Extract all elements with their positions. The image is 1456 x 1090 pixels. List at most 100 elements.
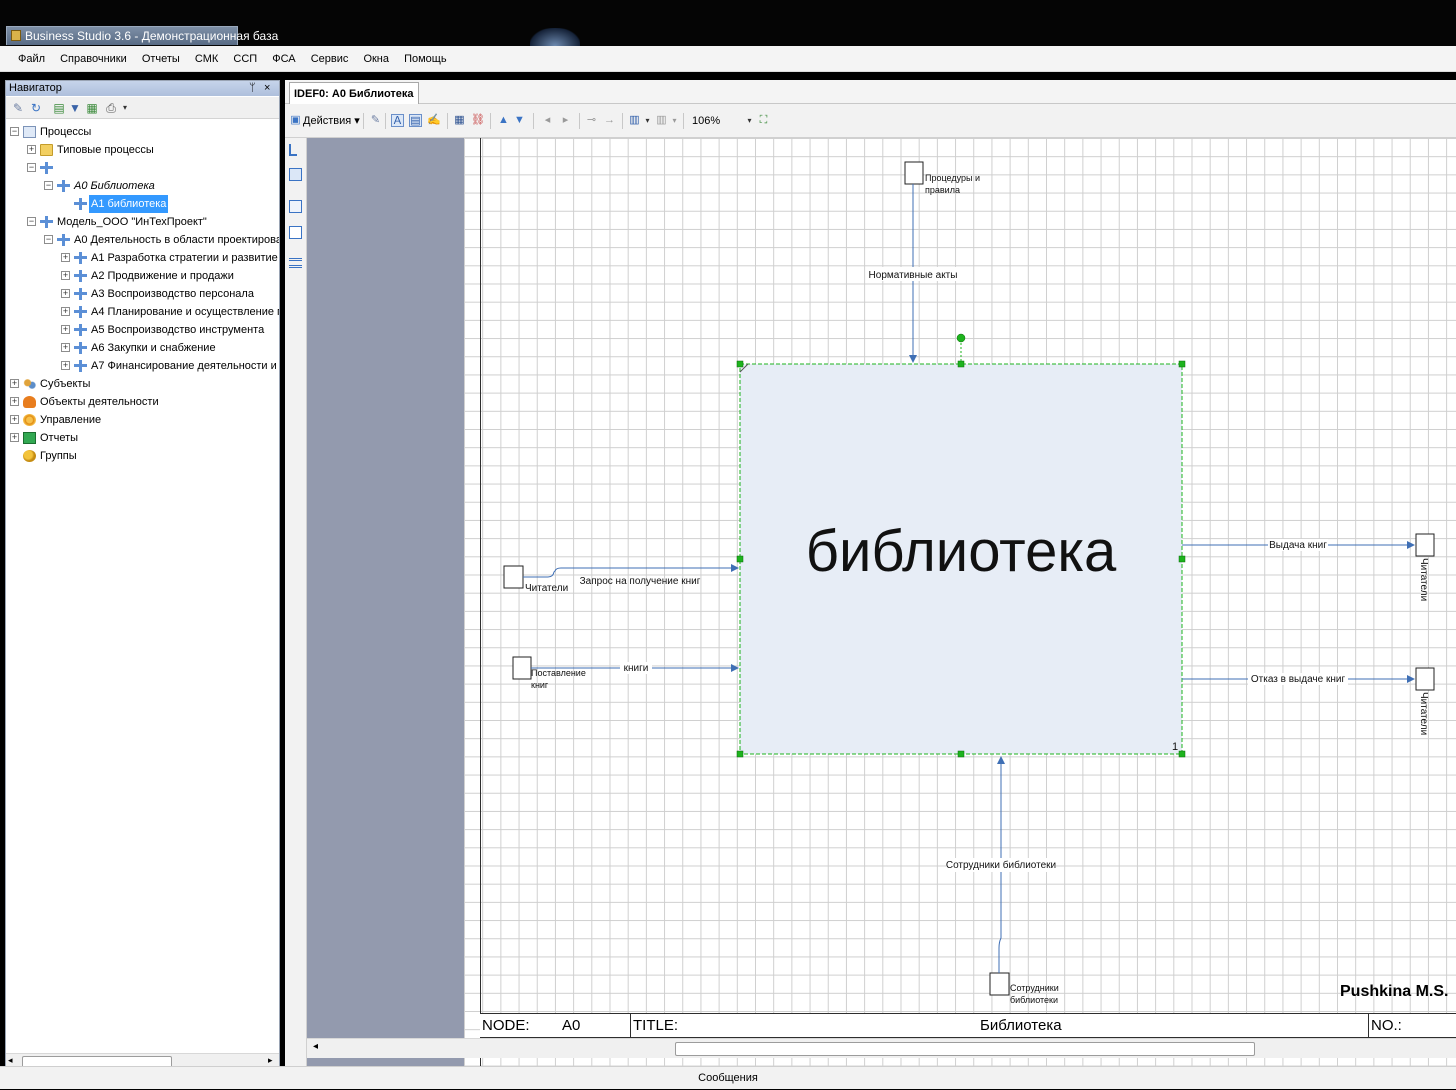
- link-icon[interactable]: ⛓: [471, 114, 485, 127]
- tree-item-label: Объекты деятельности: [40, 396, 159, 408]
- resize-handle[interactable]: [736, 555, 744, 563]
- process-icon: [74, 360, 87, 372]
- chevron-down-icon[interactable]: ▾: [743, 114, 756, 127]
- pin-icon[interactable]: ᛘ: [249, 81, 256, 96]
- table-icon[interactable]: ▦: [85, 101, 99, 115]
- arrow-up-icon[interactable]: ▲: [497, 114, 510, 127]
- collapse-icon[interactable]: −: [27, 217, 36, 226]
- mechanism-source-box[interactable]: [989, 972, 1010, 996]
- text-block-tool-icon[interactable]: [289, 200, 302, 213]
- chevron-down-icon[interactable]: ▾: [668, 114, 681, 127]
- actions-dropdown[interactable]: Действия ▾: [303, 113, 360, 129]
- save-icon[interactable]: ▦: [453, 114, 466, 127]
- collapse-icon[interactable]: −: [44, 235, 53, 244]
- toolbar-separator: [447, 113, 448, 129]
- output2-arrow-label: Отказ в выдаче книг: [1251, 674, 1346, 685]
- expand-icon[interactable]: +: [61, 289, 70, 298]
- scroll-thumb[interactable]: [675, 1042, 1255, 1056]
- input2-source-box[interactable]: [512, 656, 532, 680]
- messages-bar[interactable]: Сообщения: [0, 1066, 1456, 1089]
- toolbar-separator: [533, 113, 534, 129]
- toolbar-separator: [385, 113, 386, 129]
- note-tool-icon[interactable]: [289, 226, 302, 239]
- expand-icon[interactable]: +: [61, 271, 70, 280]
- zoom-select[interactable]: 106%: [689, 113, 751, 130]
- toolbar-separator: [363, 113, 364, 129]
- menu-help[interactable]: Помощь: [404, 46, 447, 72]
- mechanism-source-line-1: Сотрудники: [1010, 983, 1059, 993]
- expand-icon[interactable]: +: [61, 325, 70, 334]
- collapse-icon[interactable]: −: [27, 163, 36, 172]
- next-arrow-icon[interactable]: →: [603, 114, 616, 127]
- chevron-down-icon[interactable]: ▾: [641, 114, 654, 127]
- output2-target-box[interactable]: [1415, 667, 1435, 691]
- output1-target-label: Читатели: [1418, 558, 1429, 601]
- connector-icon[interactable]: ⊸: [585, 114, 598, 127]
- output1-target-box[interactable]: [1415, 533, 1435, 557]
- resize-handle[interactable]: [1178, 750, 1186, 758]
- arrow-tool-icon[interactable]: [289, 144, 297, 156]
- back-icon[interactable]: ◂: [541, 114, 554, 127]
- control-source-box[interactable]: [904, 161, 924, 185]
- menu-windows[interactable]: Окна: [363, 46, 389, 72]
- navigator-title: Навигатор: [9, 82, 62, 94]
- resize-handle[interactable]: [1178, 360, 1186, 368]
- menu-file[interactable]: Файл: [18, 46, 45, 72]
- menu-smk[interactable]: СМК: [195, 46, 218, 72]
- expand-icon[interactable]: +: [10, 415, 19, 424]
- forward-icon[interactable]: ▸: [559, 114, 572, 127]
- edit-icon[interactable]: ✎: [11, 101, 25, 115]
- expand-icon[interactable]: +: [27, 145, 36, 154]
- expand-icon[interactable]: +: [61, 253, 70, 262]
- canvas-horizontal-scrollbar[interactable]: ◂: [307, 1038, 1456, 1058]
- collapse-icon[interactable]: −: [44, 181, 53, 190]
- input1-source-box[interactable]: [503, 565, 524, 589]
- expand-icon[interactable]: +: [10, 433, 19, 442]
- rotate-handle[interactable]: [956, 333, 966, 343]
- arrow-down-icon[interactable]: ▼: [513, 114, 526, 127]
- scroll-left-icon[interactable]: ◂: [313, 1041, 318, 1052]
- scroll-right-icon[interactable]: ▸: [268, 1055, 273, 1066]
- number-label: NO.:: [1371, 1017, 1402, 1034]
- idef0-diagram[interactable]: библиотека 1 Процедуры и правила Нормати…: [464, 138, 1456, 1066]
- chevron-down-icon[interactable]: ▾: [118, 101, 132, 115]
- window-title-tab[interactable]: Business Studio 3.6 - Демонстрационная б…: [6, 26, 278, 45]
- menu-reports[interactable]: Отчеты: [142, 46, 180, 72]
- process-icon: [74, 288, 87, 300]
- expand-icon[interactable]: +: [61, 343, 70, 352]
- text-tool-icon[interactable]: Ａ: [391, 114, 404, 127]
- expand-icon[interactable]: +: [10, 379, 19, 388]
- expand-icon[interactable]: +: [61, 307, 70, 316]
- collapse-icon[interactable]: −: [10, 127, 19, 136]
- actions-label: Действия: [303, 115, 352, 127]
- title-bar: Business Studio 3.6 - Демонстрационная б…: [0, 0, 1456, 46]
- filter-icon[interactable]: ▼: [68, 101, 82, 115]
- expand-icon[interactable]: +: [10, 397, 19, 406]
- menu-service[interactable]: Сервис: [311, 46, 349, 72]
- resize-handle[interactable]: [957, 750, 965, 758]
- menu-ssp[interactable]: ССП: [233, 46, 257, 72]
- resize-handle[interactable]: [736, 360, 744, 368]
- layout-icon[interactable]: ▥: [655, 114, 668, 127]
- menu-dictionaries[interactable]: Справочники: [60, 46, 127, 72]
- edit-icon[interactable]: ✎: [369, 114, 382, 127]
- print-icon[interactable]: ⎙: [104, 101, 118, 115]
- menu-fsa[interactable]: ФСА: [272, 46, 295, 72]
- activity-tool-icon[interactable]: [289, 168, 302, 181]
- brush-icon[interactable]: ✍: [427, 114, 441, 127]
- resize-handle[interactable]: [957, 360, 965, 368]
- zoom-fit-icon[interactable]: ⛶: [757, 114, 770, 127]
- app-icon: [11, 30, 21, 41]
- document-icon[interactable]: ▤: [52, 101, 66, 115]
- tunnel-tool-icon[interactable]: [289, 258, 302, 268]
- scroll-left-icon[interactable]: ◂: [8, 1055, 13, 1066]
- close-icon[interactable]: ×: [264, 81, 270, 96]
- resize-handle[interactable]: [736, 750, 744, 758]
- navigator-toolbar: ✎ ↻ ▤ ▼ ▦ ⎙ ▾: [6, 97, 279, 119]
- resize-handle[interactable]: [1178, 555, 1186, 563]
- refresh-icon[interactable]: ↻: [29, 101, 43, 115]
- label-tool-icon[interactable]: ▤: [409, 114, 422, 127]
- tab-idef0-library[interactable]: IDEF0: А0 Библиотека: [289, 82, 419, 105]
- expand-icon[interactable]: +: [61, 361, 70, 370]
- export-icon[interactable]: ▥: [628, 114, 641, 127]
